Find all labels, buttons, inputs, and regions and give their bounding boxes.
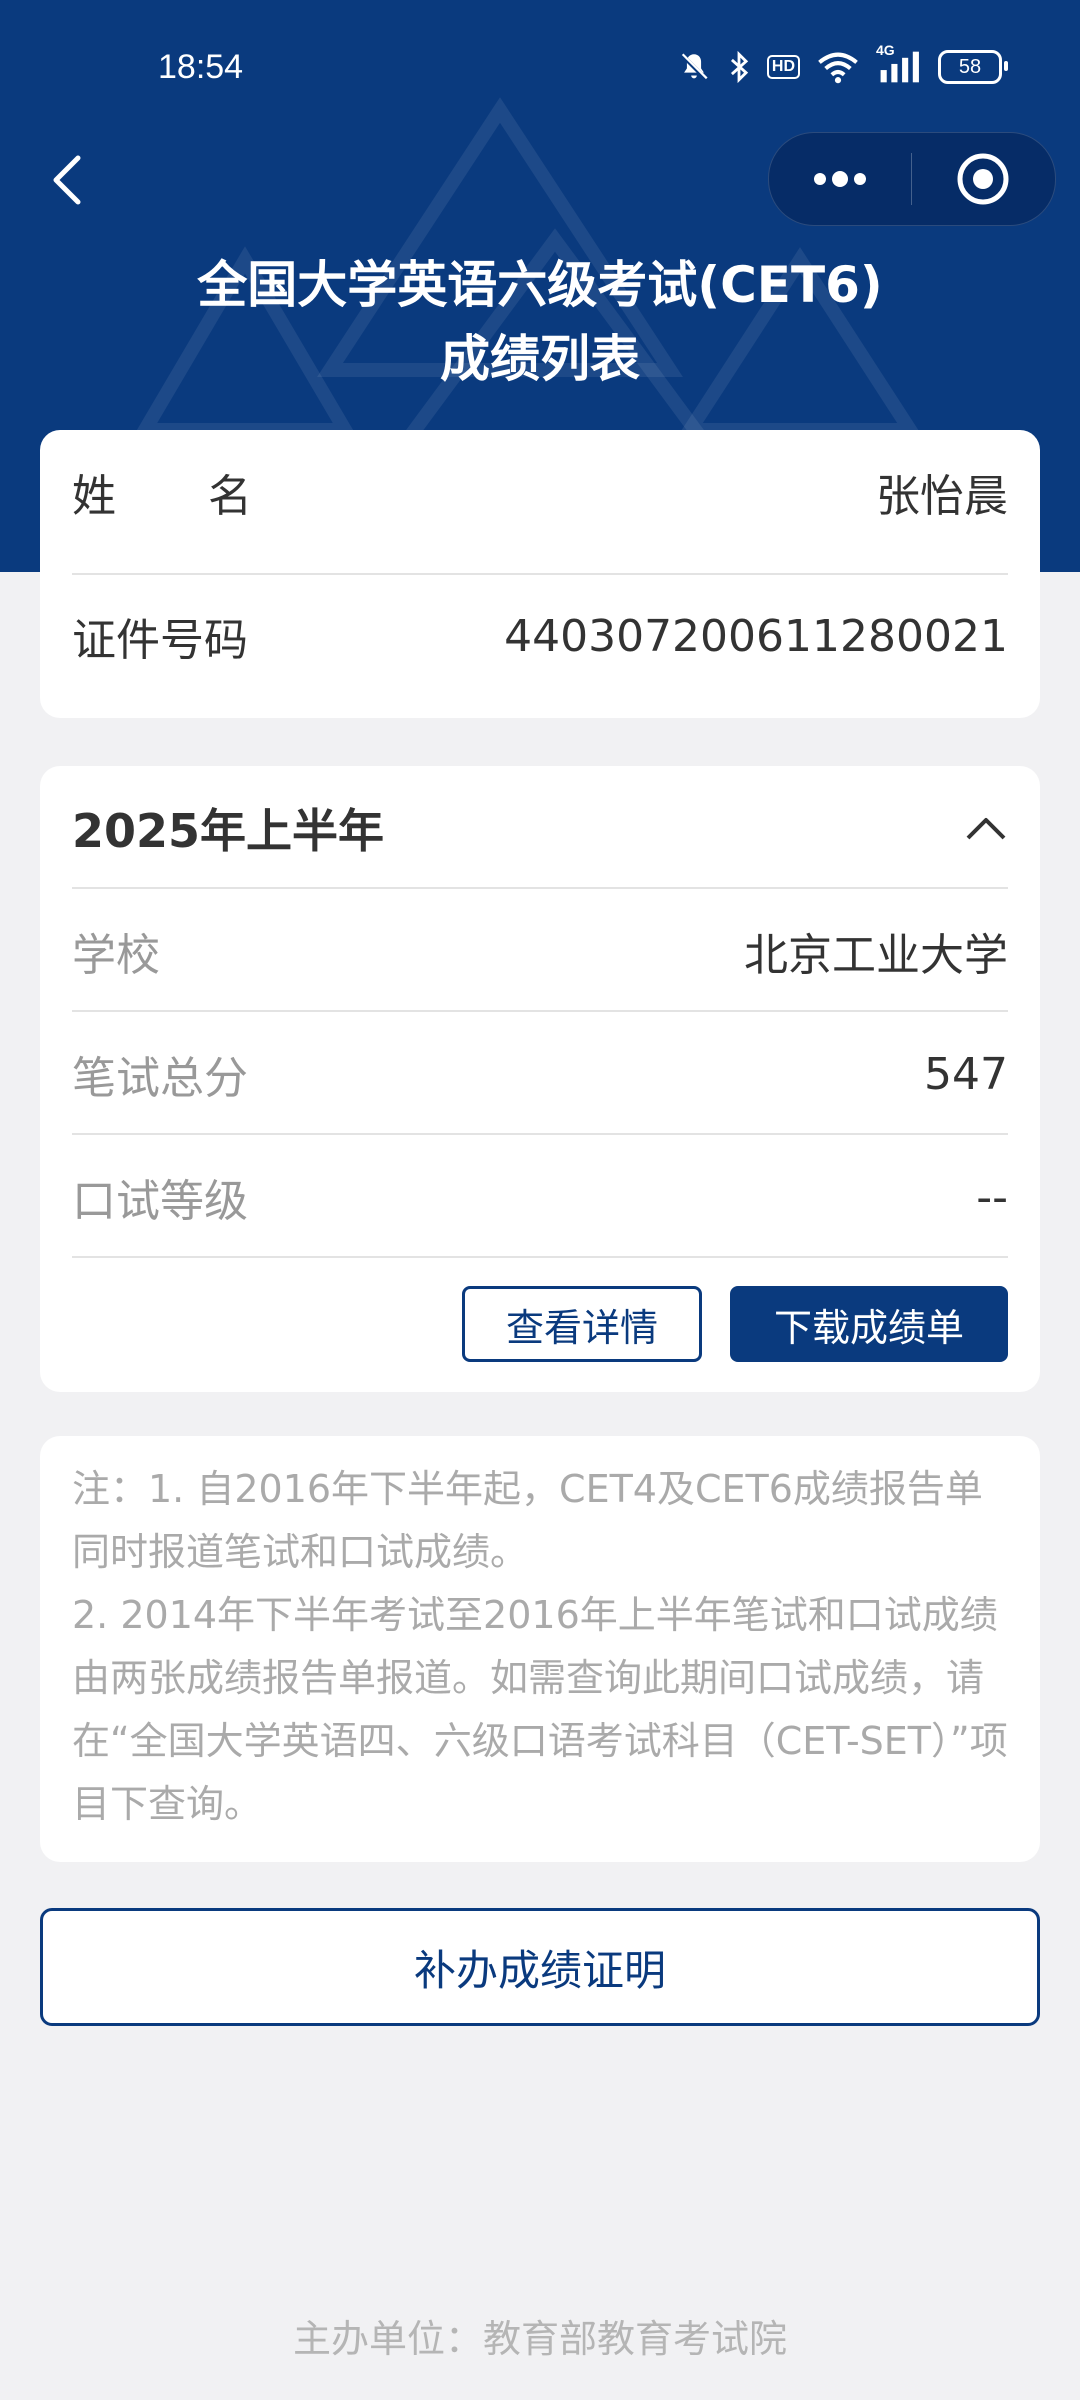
miniprogram-capsule (768, 132, 1056, 226)
name-label-char2: 名 (208, 471, 252, 522)
status-bar: 18:54 HD 4G 58 (0, 0, 1080, 140)
period-title: 2025年上半年 (72, 804, 385, 858)
id-row: 证件号码 440307200611280021 (72, 574, 1008, 698)
status-time: 18:54 (158, 48, 244, 86)
name-row: 姓 名 张怡晨 (72, 430, 1008, 554)
id-label: 证件号码 (72, 615, 248, 666)
close-miniprogram-button[interactable] (912, 133, 1054, 225)
chevron-up-icon[interactable] (964, 814, 1008, 842)
back-button[interactable] (40, 150, 100, 210)
cellular-signal-icon: 4G (876, 42, 922, 84)
written-score-value: 547 (924, 1048, 1008, 1100)
page-title-line2: 成绩列表 (440, 330, 640, 388)
more-button[interactable] (769, 133, 911, 225)
note-line-2: 2. 2014年下半年考试至2016年上半年笔试和口试成绩由两张成绩报告单报道。… (72, 1593, 1008, 1826)
written-score-label: 笔试总分 (72, 1053, 248, 1104)
download-transcript-button[interactable]: 下载成绩单 (730, 1286, 1008, 1362)
note-line-1: 注：1. 自2016年下半年起，CET4及CET6成绩报告单同时报道笔试和口试成… (72, 1467, 983, 1574)
period-header[interactable]: 2025年上半年 (72, 766, 1008, 890)
battery-icon: 58 (938, 50, 1008, 84)
footer-organizer: 主办单位：教育部教育考试院 (292, 2317, 787, 2361)
school-value: 北京工业大学 (744, 930, 1008, 981)
reissue-certificate-button[interactable]: 补办成绩证明 (40, 1908, 1040, 2026)
more-dots-icon (814, 171, 866, 187)
personal-info-card: 姓 名 张怡晨 证件号码 440307200611280021 (40, 430, 1040, 718)
name-value: 张怡晨 (876, 471, 1008, 522)
page-title-line1: 全国大学英语六级考试(CET6) (197, 256, 883, 314)
bluetooth-icon (727, 50, 751, 84)
school-label: 学校 (72, 930, 160, 981)
mute-bell-icon (677, 50, 711, 84)
written-score-row: 笔试总分 547 (72, 1012, 1008, 1136)
status-icons: HD 4G 58 (677, 42, 1008, 84)
view-details-button[interactable]: 查看详情 (462, 1286, 702, 1362)
divider (72, 1256, 1008, 1258)
oral-grade-value: -- (976, 1171, 1008, 1223)
name-label: 姓 名 (72, 460, 252, 524)
oral-grade-row: 口试等级 -- (72, 1135, 1008, 1259)
wifi-icon (816, 50, 860, 84)
hd-icon: HD (766, 55, 800, 79)
notes-card: 注：1. 自2016年下半年起，CET4及CET6成绩报告单同时报道笔试和口试成… (40, 1436, 1040, 1862)
chevron-left-icon (53, 155, 81, 205)
notes-text: 注：1. 自2016年下半年起，CET4及CET6成绩报告单同时报道笔试和口试成… (72, 1458, 1008, 1836)
school-row: 学校 北京工业大学 (72, 889, 1008, 1013)
id-value: 440307200611280021 (504, 610, 1008, 662)
target-close-icon (957, 153, 1009, 205)
oral-grade-label: 口试等级 (72, 1176, 248, 1227)
score-card: 2025年上半年 学校 北京工业大学 笔试总分 547 口试等级 -- 查看详情… (40, 766, 1040, 1392)
page-title: 全国大学英语六级考试(CET6) 成绩列表 (0, 248, 1080, 396)
name-label-char1: 姓 (72, 471, 116, 522)
